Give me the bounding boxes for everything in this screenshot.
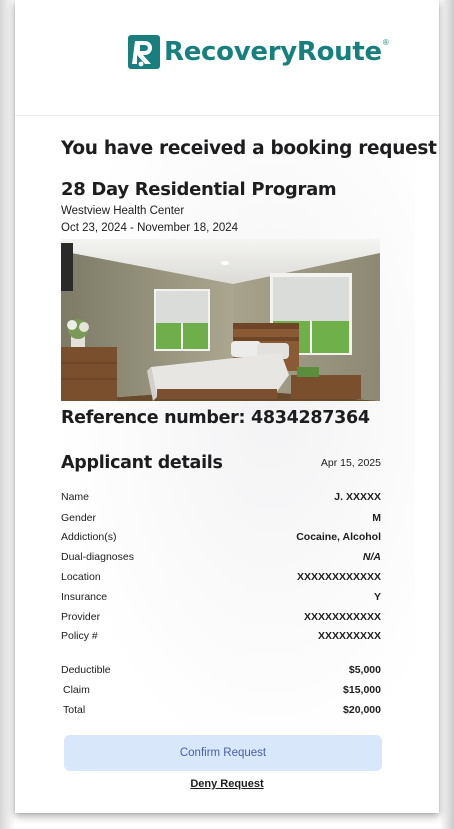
cost-value: $5,000 (348, 664, 381, 676)
cost-label: Deductible (61, 664, 111, 676)
detail-row-gender: Gender M (61, 512, 381, 526)
brand-name: RecoveryRoute (164, 37, 382, 67)
detail-value: J. XXXXX (334, 491, 381, 503)
confirm-request-button[interactable]: Confirm Request (64, 735, 382, 771)
cost-row-claim: Claim $15,000 (61, 684, 381, 698)
detail-label: Provider (61, 611, 101, 623)
brand-logo[interactable]: RecoveryRoute ® (128, 33, 389, 71)
detail-value: XXXXXXXXXXX (303, 611, 381, 623)
detail-row-location: Location XXXXXXXXXXXX (61, 571, 381, 585)
detail-row-insurance: Insurance Y (61, 591, 381, 605)
applicant-details-heading: Applicant details (61, 453, 223, 473)
email-header: RecoveryRoute ® (15, 0, 439, 116)
detail-label: Location (61, 571, 101, 583)
program-title: 28 Day Residential Program (61, 179, 337, 200)
detail-label: Insurance (61, 591, 108, 603)
detail-row-provider: Provider XXXXXXXXXXX (61, 611, 381, 625)
request-date: Apr 15, 2025 (320, 457, 381, 469)
detail-value: XXXXXXXXXXXX (296, 571, 381, 583)
cost-label: Claim (63, 684, 90, 696)
detail-row-addictions: Addiction(s) Cocaine, Alcohol (61, 531, 381, 545)
detail-value: Y (373, 591, 381, 603)
brand-logo-icon (128, 35, 160, 69)
detail-label: Policy # (61, 630, 98, 642)
detail-row-dual-diagnoses: Dual-diagnoses N/A (61, 551, 381, 565)
deny-request-link[interactable]: Deny Request (0, 778, 454, 790)
detail-label: Name (61, 491, 90, 503)
detail-label: Dual-diagnoses (61, 551, 134, 563)
cost-row-total: Total $20,000 (61, 704, 381, 718)
booking-heading: You have received a booking request (61, 138, 437, 159)
detail-value: XXXXXXXXX (317, 630, 381, 642)
detail-label: Gender (61, 512, 97, 524)
cost-value: $15,000 (343, 684, 381, 696)
detail-value: N/A (362, 551, 381, 563)
detail-value: M (372, 512, 381, 524)
bedroom-photo (61, 239, 380, 401)
bedroom-photo-image (61, 239, 380, 401)
detail-row-name: Name J. XXXXX (61, 491, 381, 505)
cost-value: $20,000 (343, 704, 381, 716)
detail-label: Addiction(s) (61, 531, 117, 543)
booking-dates: Oct 23, 2024 - November 18, 2024 (61, 222, 239, 234)
brand-registered-mark: ® (382, 37, 389, 47)
detail-row-policy: Policy # XXXXXXXXX (61, 630, 381, 644)
cost-row-deductible: Deductible $5,000 (61, 664, 381, 678)
center-name: Westview Health Center (61, 205, 185, 217)
reference-number: Reference number: 4834287364 (61, 408, 370, 428)
detail-value: Cocaine, Alcohol (296, 531, 381, 543)
cost-label: Total (63, 704, 86, 716)
